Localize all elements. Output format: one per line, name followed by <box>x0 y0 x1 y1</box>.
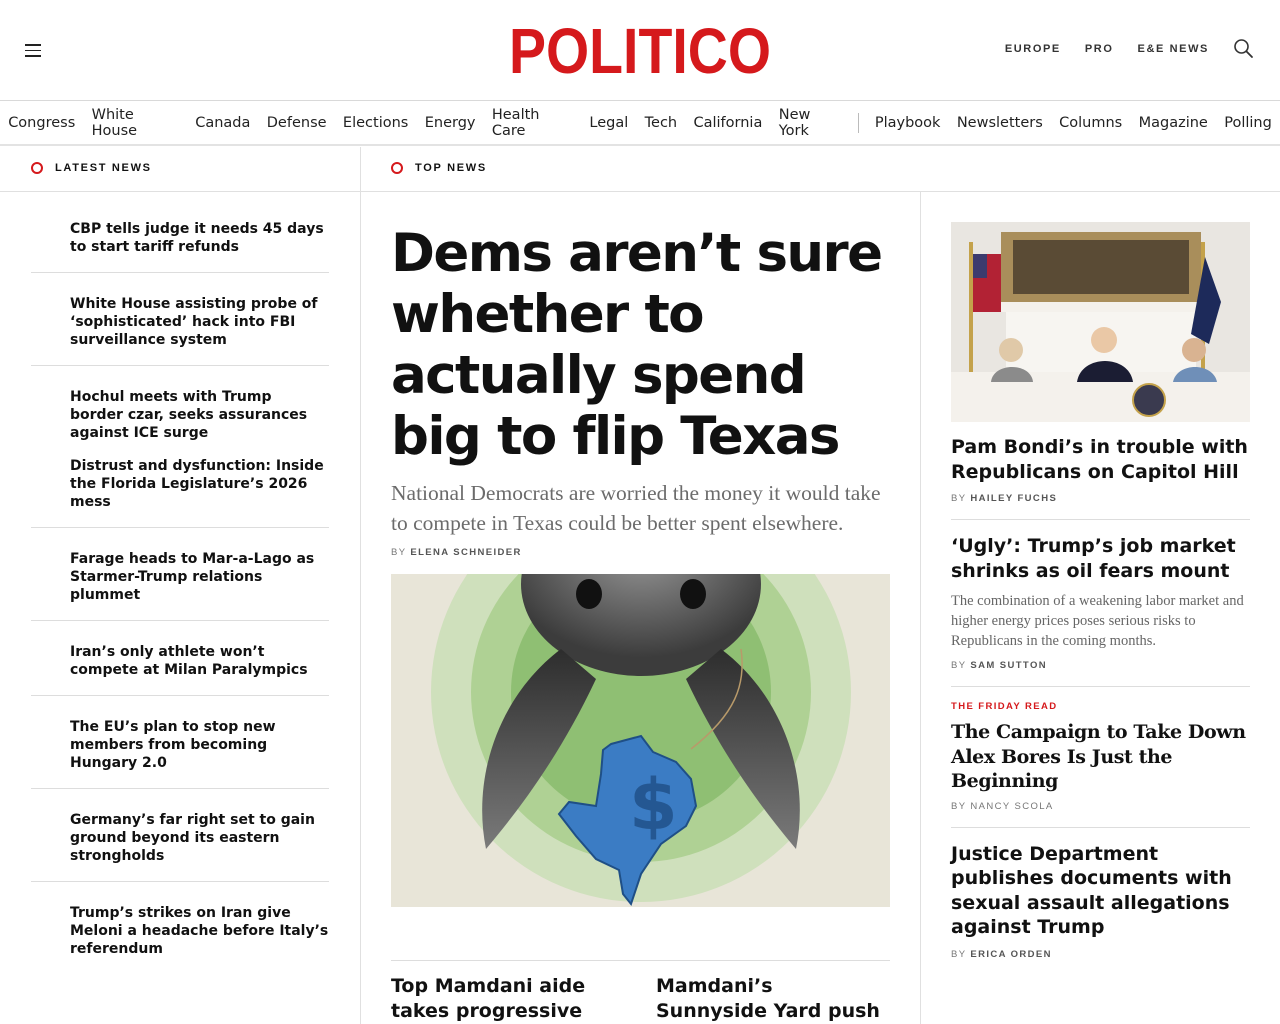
lead-dek: National Democrats are worried the money… <box>391 481 881 535</box>
latest-news-list: CBP tells judge it needs 45 days to star… <box>31 192 329 958</box>
byline: BY HAILEY FUCHS <box>951 493 1058 504</box>
sidebar-story: Pam Bondi’s in trouble with Republicans … <box>951 435 1250 520</box>
lead-byline: BY ELENA SCHNEIDER <box>391 547 522 558</box>
link-pro[interactable]: PRO <box>1085 43 1114 55</box>
link-ee-news[interactable]: E&E NEWS <box>1138 43 1209 55</box>
nav-new-york[interactable]: New York <box>771 107 850 139</box>
latest-news-link[interactable]: White House assisting probe of ‘sophisti… <box>70 295 329 349</box>
top-news-sidebar: Pam Bondi’s in trouble with Republicans … <box>951 222 1250 975</box>
link-europe[interactable]: EUROPE <box>1005 43 1061 55</box>
masthead: POLITICO EUROPE PRO E&E NEWS <box>0 0 1280 101</box>
live-ring-icon <box>391 162 403 174</box>
lead-headline: Dems aren’t sure whether to actually spe… <box>391 223 883 467</box>
author-link[interactable]: ELENA SCHNEIDER <box>410 547 521 558</box>
latest-news-link[interactable]: The EU’s plan to stop new members from b… <box>70 718 329 772</box>
hamburger-menu-icon[interactable] <box>25 44 41 57</box>
story-kicker: THE FRIDAY READ <box>951 701 1058 712</box>
nav-health-care[interactable]: Health Care <box>484 107 582 139</box>
list-item: CBP tells judge it needs 45 days to star… <box>31 192 329 273</box>
nav-divider <box>857 112 859 133</box>
latest-news-link[interactable]: Trump’s strikes on Iran give Meloni a he… <box>70 904 329 958</box>
list-item: The EU’s plan to stop new members from b… <box>31 696 329 789</box>
sub-story-link[interactable]: Top Mamdani aide takes progressive proje… <box>391 974 625 1024</box>
nav-newsletters[interactable]: Newsletters <box>949 115 1051 131</box>
nav-columns[interactable]: Columns <box>1051 115 1130 131</box>
latest-news-link[interactable]: Iran’s only athlete won’t compete at Mil… <box>70 643 329 679</box>
utility-links: EUROPE PRO E&E NEWS <box>1005 43 1209 55</box>
lead-illustration[interactable]: $ <box>391 574 890 907</box>
top-news-label: TOP NEWS <box>391 162 487 174</box>
sidebar-story: ‘Ugly’: Trump’s job market shrinks as oi… <box>951 520 1250 687</box>
section-nav: Congress White House Canada Defense Elec… <box>0 101 1280 146</box>
story-photo[interactable] <box>951 222 1250 422</box>
byline: BY ERICA ORDEN <box>951 948 1052 960</box>
author-link[interactable]: SAM SUTTON <box>970 660 1047 671</box>
sidebar-story: Justice Department publishes documents w… <box>951 828 1250 975</box>
nav-polling[interactable]: Polling <box>1216 115 1280 131</box>
latest-news-link[interactable]: Distrust and dysfunction: Inside the Flo… <box>70 457 329 511</box>
politico-logo[interactable]: POLITICO <box>509 20 771 80</box>
latest-news-link[interactable]: Germany’s far right set to gain ground b… <box>70 811 329 865</box>
nav-elections[interactable]: Elections <box>335 115 417 131</box>
nav-california[interactable]: California <box>685 115 770 131</box>
svg-text:POLITICO: POLITICO <box>509 20 771 80</box>
nav-magazine[interactable]: Magazine <box>1130 115 1216 131</box>
live-ring-icon <box>31 162 43 174</box>
column-divider <box>360 147 361 1024</box>
nav-energy[interactable]: Energy <box>417 115 484 131</box>
sidebar-story: THE FRIDAY READ The Campaign to Take Dow… <box>951 687 1250 828</box>
byline: BY SAM SUTTON <box>951 660 1047 671</box>
author-link[interactable]: ERICA ORDEN <box>970 949 1052 960</box>
nav-congress[interactable]: Congress <box>0 115 83 131</box>
svg-text:$: $ <box>629 764 678 846</box>
latest-news-label: LATEST NEWS <box>31 162 152 174</box>
list-item: Germany’s far right set to gain ground b… <box>31 789 329 882</box>
author-link[interactable]: HAILEY FUCHS <box>970 493 1057 504</box>
sub-stories-row: Top Mamdani aide takes progressive proje… <box>391 960 890 1024</box>
column-divider <box>920 192 921 1024</box>
sub-story-link[interactable]: Mamdani’s Sunnyside Yard push illustrate… <box>656 974 890 1024</box>
search-icon[interactable] <box>1233 38 1255 60</box>
nav-defense[interactable]: Defense <box>259 115 335 131</box>
latest-news-link[interactable]: Hochul meets with Trump border czar, see… <box>70 388 329 442</box>
top-news-lead: Dems aren’t sure whether to actually spe… <box>391 192 890 1022</box>
list-item: Distrust and dysfunction: Inside the Flo… <box>31 442 329 528</box>
nav-canada[interactable]: Canada <box>187 115 259 131</box>
sidebar-dek: The combination of a weakening labor mar… <box>951 593 1244 649</box>
sidebar-headline[interactable]: The Campaign to Take Down Alex Bores Is … <box>951 720 1250 794</box>
section-label-bar: LATEST NEWS TOP NEWS <box>0 147 1280 192</box>
lead-story-link[interactable]: Dems aren’t sure whether to actually spe… <box>391 223 890 467</box>
byline: BY NANCY SCOLA <box>951 800 1054 812</box>
list-item: Farage heads to Mar-a-Lago as Starmer-Tr… <box>31 528 329 621</box>
sidebar-headline[interactable]: ‘Ugly’: Trump’s job market shrinks as oi… <box>951 534 1250 583</box>
list-item: White House assisting probe of ‘sophisti… <box>31 273 329 366</box>
nav-tech[interactable]: Tech <box>636 115 685 131</box>
latest-news-link[interactable]: Farage heads to Mar-a-Lago as Starmer-Tr… <box>70 550 329 604</box>
list-item: Iran’s only athlete won’t compete at Mil… <box>31 621 329 696</box>
list-item: Trump’s strikes on Iran give Meloni a he… <box>31 882 329 958</box>
sidebar-headline[interactable]: Pam Bondi’s in trouble with Republicans … <box>951 435 1250 484</box>
nav-legal[interactable]: Legal <box>581 115 636 131</box>
nav-playbook[interactable]: Playbook <box>867 115 949 131</box>
nav-white-house[interactable]: White House <box>83 107 187 139</box>
list-item: Hochul meets with Trump border czar, see… <box>31 366 329 442</box>
latest-news-link[interactable]: CBP tells judge it needs 45 days to star… <box>70 220 329 256</box>
sidebar-headline[interactable]: Justice Department publishes documents w… <box>951 842 1250 940</box>
